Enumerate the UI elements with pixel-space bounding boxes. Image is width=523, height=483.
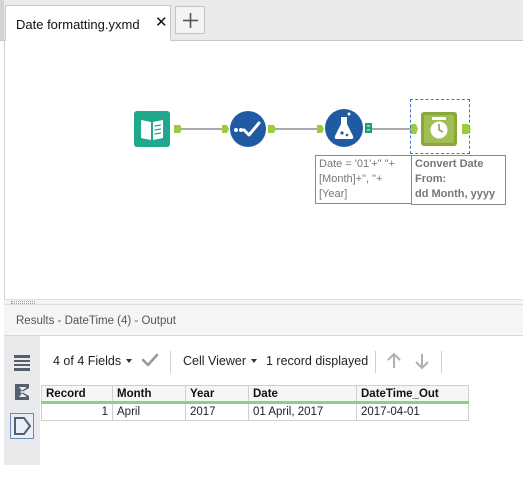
cell-viewer-chevron-down-icon[interactable]	[251, 359, 257, 363]
tag-icon[interactable]	[10, 413, 34, 439]
fields-dropdown[interactable]: 4 of 4 Fields	[53, 354, 121, 368]
tab-date-formatting[interactable]: Date formatting.yxmd ✕	[5, 5, 171, 41]
splitter-grip-icon[interactable]	[11, 301, 35, 304]
sigma-icon[interactable]	[12, 382, 32, 402]
table-row[interactable]: 1 April 2017 01 April, 2017 2017-04-01	[41, 402, 469, 421]
cell-month[interactable]: April	[112, 402, 186, 421]
cell-record[interactable]: 1	[41, 402, 113, 421]
results-side-rail	[4, 336, 40, 465]
workflow-canvas[interactable]: Date = '01'+" "+ [Month]+", "+ [Year] Co…	[4, 41, 523, 299]
fields-dropdown-chevron-down-icon[interactable]	[126, 359, 132, 363]
results-toolbar: 4 of 4 Fields Cell Viewer 1 record displ…	[44, 340, 523, 384]
results-header: Results - DateTime (4) - Output	[4, 305, 523, 336]
select-tool[interactable]	[222, 111, 278, 150]
cell-viewer-dropdown[interactable]: Cell Viewer	[183, 354, 246, 368]
formula-annotation-line-3: [Year]	[319, 188, 348, 200]
cell-date[interactable]: 01 April, 2017	[248, 402, 357, 421]
new-tab-button[interactable]	[175, 6, 205, 34]
records-count: 1 record displayed	[266, 354, 369, 368]
column-header-date[interactable]: Date	[248, 385, 357, 404]
datetime-tool-selection[interactable]	[410, 99, 471, 154]
checkmark-icon	[222, 111, 276, 147]
plus-icon	[183, 13, 198, 28]
datetime-annotation-line-3: dd Month, yyyy	[415, 188, 496, 200]
formula-annotation: Date = '01'+" "+ [Month]+", "+ [Year]	[315, 155, 412, 204]
formula-annotation-line-2: [Month]+", "+	[319, 173, 383, 185]
column-header-record[interactable]: Record	[41, 385, 113, 404]
formula-annotation-line-1: Date = '01'+" "+	[319, 158, 395, 170]
rows-icon[interactable]	[12, 353, 32, 373]
document-tab-bar: Date formatting.yxmd ✕	[0, 0, 523, 41]
close-icon[interactable]: ✕	[155, 15, 168, 31]
tab-title: Date formatting.yxmd	[16, 17, 140, 32]
toolbar-divider	[170, 351, 171, 373]
column-header-month[interactable]: Month	[112, 385, 186, 404]
datetime-annotation-line-2: From:	[415, 173, 447, 185]
column-header-year[interactable]: Year	[185, 385, 249, 404]
toolbar-divider	[375, 351, 376, 373]
datetime-annotation: Convert Date From: dd Month, yyyy	[411, 155, 506, 205]
formula-tool[interactable]	[317, 109, 375, 150]
arrow-down-icon[interactable]	[413, 351, 431, 371]
tab-bar-edge	[0, 0, 4, 40]
cell-year[interactable]: 2017	[185, 402, 249, 421]
cell-datetime-out[interactable]: 2017-04-01	[356, 402, 469, 421]
flask-icon	[317, 109, 372, 147]
checkmark-icon[interactable]	[141, 351, 159, 369]
table-header-row: Record Month Year Date DateTime_Out	[41, 385, 469, 404]
book-icon	[134, 111, 182, 147]
arrow-up-icon[interactable]	[385, 351, 403, 371]
results-title: Results - DateTime (4) - Output	[16, 315, 176, 327]
clock-icon	[411, 112, 471, 146]
input-data-tool[interactable]	[134, 111, 184, 150]
results-table: Record Month Year Date DateTime_Out 1 Ap…	[41, 385, 469, 421]
column-header-datetime-out[interactable]: DateTime_Out	[356, 385, 469, 404]
toolbar-divider	[441, 351, 442, 373]
datetime-annotation-line-1: Convert Date	[415, 158, 484, 170]
